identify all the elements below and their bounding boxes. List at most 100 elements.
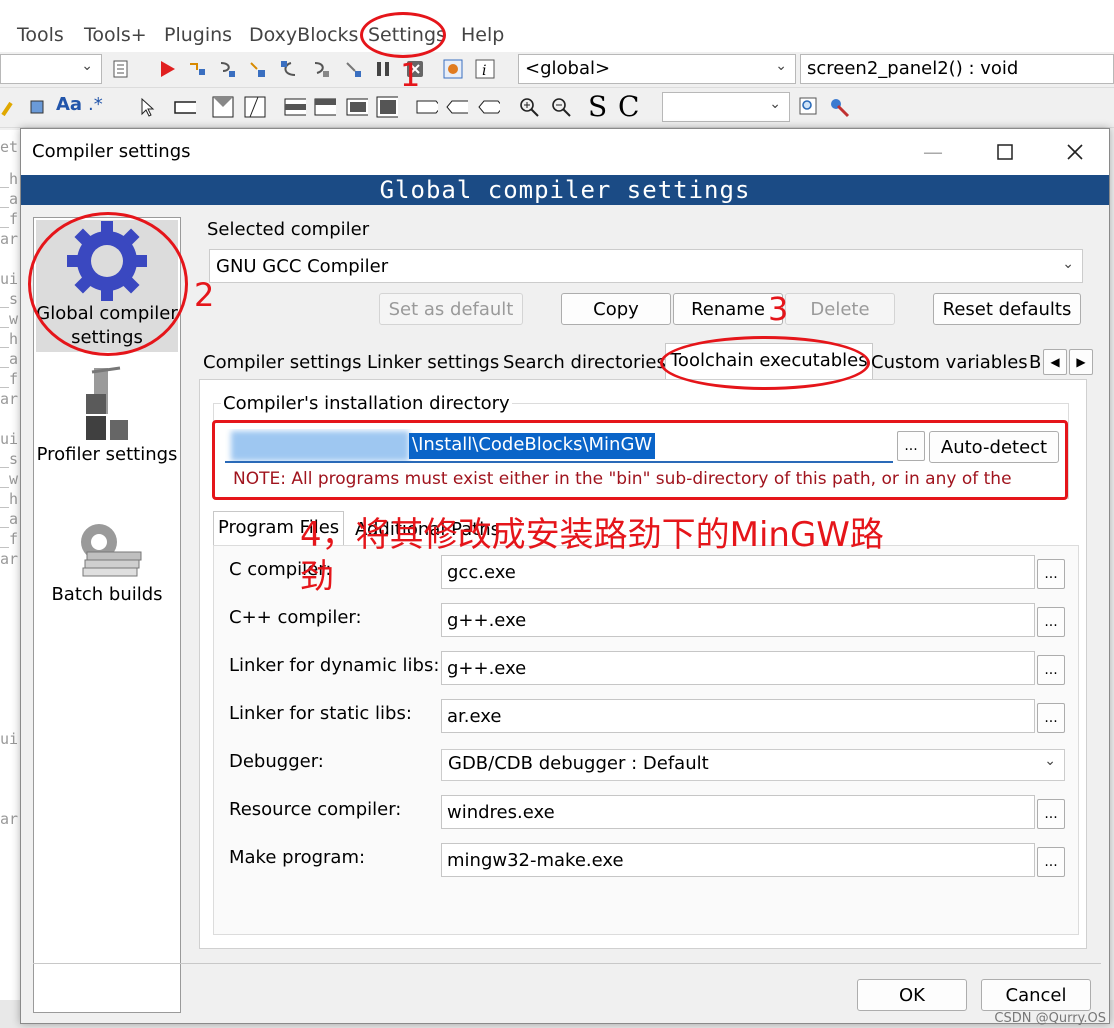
- match-case-icon[interactable]: Aa: [56, 94, 82, 115]
- step-into-icon[interactable]: [246, 58, 268, 80]
- install-dir-note: NOTE: All programs must exist either in …: [233, 469, 1012, 489]
- cpp-compiler-input[interactable]: g++.exe: [441, 603, 1035, 637]
- linker-dynamic-input[interactable]: g++.exe: [441, 651, 1035, 685]
- tab-compiler-settings[interactable]: Compiler settings: [199, 347, 366, 379]
- auto-detect-button[interactable]: Auto-detect: [929, 431, 1059, 463]
- close-icon: [1067, 144, 1083, 160]
- browse-c-compiler-button[interactable]: ...: [1037, 559, 1065, 589]
- debugger-select[interactable]: GDB/CDB debugger : Default ⌄: [441, 749, 1065, 781]
- c-text-icon[interactable]: C: [618, 90, 639, 123]
- browse-resource-compiler-button[interactable]: ...: [1037, 799, 1065, 829]
- scope-combo[interactable]: <global> ⌄: [518, 54, 796, 84]
- zoom-in-icon[interactable]: [518, 96, 540, 118]
- instruction-block-icon[interactable]: [284, 96, 306, 118]
- settings-tabs: Compiler settings Linker settings Search…: [199, 343, 1099, 379]
- step-instruction-icon[interactable]: [342, 58, 364, 80]
- log-icon[interactable]: [110, 58, 132, 80]
- switch-block-icon[interactable]: [416, 96, 438, 118]
- pause-icon[interactable]: [372, 58, 394, 80]
- maximize-button[interactable]: [985, 137, 1025, 167]
- menu-help[interactable]: Help: [461, 24, 504, 46]
- zoom-out-icon[interactable]: [550, 96, 572, 118]
- reset-defaults-button[interactable]: Reset defaults: [933, 293, 1081, 325]
- settings-wrench-icon[interactable]: [828, 96, 850, 118]
- loop-block-icon[interactable]: [244, 96, 266, 118]
- annotation-number-2: 2: [194, 276, 215, 314]
- ok-button[interactable]: OK: [857, 979, 967, 1011]
- make-program-label: Make program:: [229, 847, 366, 868]
- menu-tools-plus[interactable]: Tools+: [84, 24, 147, 46]
- sidebar-item-label: Batch builds: [51, 584, 163, 605]
- browse-install-dir-button[interactable]: ...: [897, 431, 925, 461]
- sidebar-item-label: Profiler settings: [36, 444, 178, 465]
- while-block-icon[interactable]: [346, 96, 368, 118]
- do-while-block-icon[interactable]: [376, 96, 398, 118]
- next-line-icon[interactable]: [216, 58, 238, 80]
- tab-search-directories[interactable]: Search directories: [499, 347, 670, 379]
- break-block-icon[interactable]: [446, 96, 468, 118]
- debugger-label: Debugger:: [229, 751, 324, 772]
- dialog-banner: Global compiler settings: [21, 175, 1109, 205]
- tab-toolchain-executables[interactable]: Toolchain executables: [665, 343, 873, 379]
- menu-settings[interactable]: Settings: [368, 24, 446, 46]
- cancel-button[interactable]: Cancel: [981, 979, 1091, 1011]
- debug-run-icon[interactable]: [156, 58, 178, 80]
- editor-gutter: et _h _a _f ar ui _s _w _h _a _f ar ui _…: [0, 130, 22, 1028]
- browse-cpp-compiler-button[interactable]: ...: [1037, 607, 1065, 637]
- run-to-cursor-icon[interactable]: [186, 58, 208, 80]
- menu-tools[interactable]: Tools: [17, 24, 64, 46]
- browse-linker-static-button[interactable]: ...: [1037, 703, 1065, 733]
- close-button[interactable]: [1055, 137, 1095, 167]
- resource-compiler-label: Resource compiler:: [229, 799, 402, 820]
- set-as-default-button[interactable]: Set as default: [379, 293, 523, 325]
- regex-icon[interactable]: .*: [88, 94, 103, 115]
- linker-static-label: Linker for static libs:: [229, 703, 412, 724]
- minimize-button[interactable]: —: [913, 137, 953, 167]
- function-combo[interactable]: screen2_panel2() : void: [800, 54, 1114, 84]
- sidebar-item-batch-builds[interactable]: Batch builds: [36, 514, 178, 624]
- tab-scroll-left-button[interactable]: ◀: [1043, 349, 1067, 375]
- browse-make-program-button[interactable]: ...: [1037, 847, 1065, 877]
- highlight-icon[interactable]: [0, 96, 22, 118]
- minimize-icon: —: [923, 140, 943, 164]
- dialog-title: Compiler settings: [32, 141, 191, 162]
- menu-doxyblocks[interactable]: DoxyBlocks: [249, 24, 358, 46]
- pointer-icon[interactable]: [136, 96, 158, 118]
- sidebar-item-label: Global compiler settings: [36, 303, 178, 348]
- s-text-icon[interactable]: S: [588, 90, 607, 123]
- tab-scroll-right-button[interactable]: ▶: [1069, 349, 1093, 375]
- tab-linker-settings[interactable]: Linker settings: [363, 347, 503, 379]
- selection-block-icon[interactable]: [212, 96, 234, 118]
- menu-plugins[interactable]: Plugins: [164, 24, 232, 46]
- debug-windows-icon[interactable]: [442, 58, 464, 80]
- next-instruction-icon[interactable]: [310, 58, 332, 80]
- find-icon[interactable]: [798, 96, 820, 118]
- for-block-icon[interactable]: [314, 96, 336, 118]
- step-out-icon[interactable]: [278, 58, 300, 80]
- sidebar-item-global-compiler[interactable]: Global compiler settings: [36, 220, 178, 352]
- info-icon[interactable]: i: [474, 58, 496, 80]
- target-combo[interactable]: ⌄: [0, 54, 102, 84]
- continue-block-icon[interactable]: [478, 96, 500, 118]
- install-dir-input[interactable]: \Install\CodeBlocks\MinGW: [225, 429, 893, 463]
- sidebar-item-profiler[interactable]: Profiler settings: [36, 364, 178, 474]
- annotation-number-3: 3: [768, 290, 789, 328]
- chevron-left-icon: ◀: [1050, 355, 1060, 369]
- resize-icon[interactable]: [26, 96, 48, 118]
- linker-dynamic-label: Linker for dynamic libs:: [229, 655, 440, 676]
- search-combo[interactable]: ⌄: [662, 92, 790, 122]
- compiler-select[interactable]: GNU GCC Compiler ⌄: [209, 249, 1083, 283]
- delete-button[interactable]: Delete: [785, 293, 895, 325]
- dialog-titlebar: Compiler settings —: [21, 129, 1109, 175]
- tab-custom-variables[interactable]: Custom variables: [867, 347, 1032, 379]
- rect-block-icon[interactable]: [174, 96, 196, 118]
- make-program-input[interactable]: mingw32-make.exe: [441, 843, 1035, 877]
- chevron-right-icon: ▶: [1076, 355, 1086, 369]
- resource-compiler-input[interactable]: windres.exe: [441, 795, 1035, 829]
- copy-button[interactable]: Copy: [561, 293, 671, 325]
- linker-static-input[interactable]: ar.exe: [441, 699, 1035, 733]
- rename-button[interactable]: Rename: [673, 293, 783, 325]
- gear-icon: [67, 221, 147, 301]
- profiler-icon: [86, 366, 128, 440]
- browse-linker-dynamic-button[interactable]: ...: [1037, 655, 1065, 685]
